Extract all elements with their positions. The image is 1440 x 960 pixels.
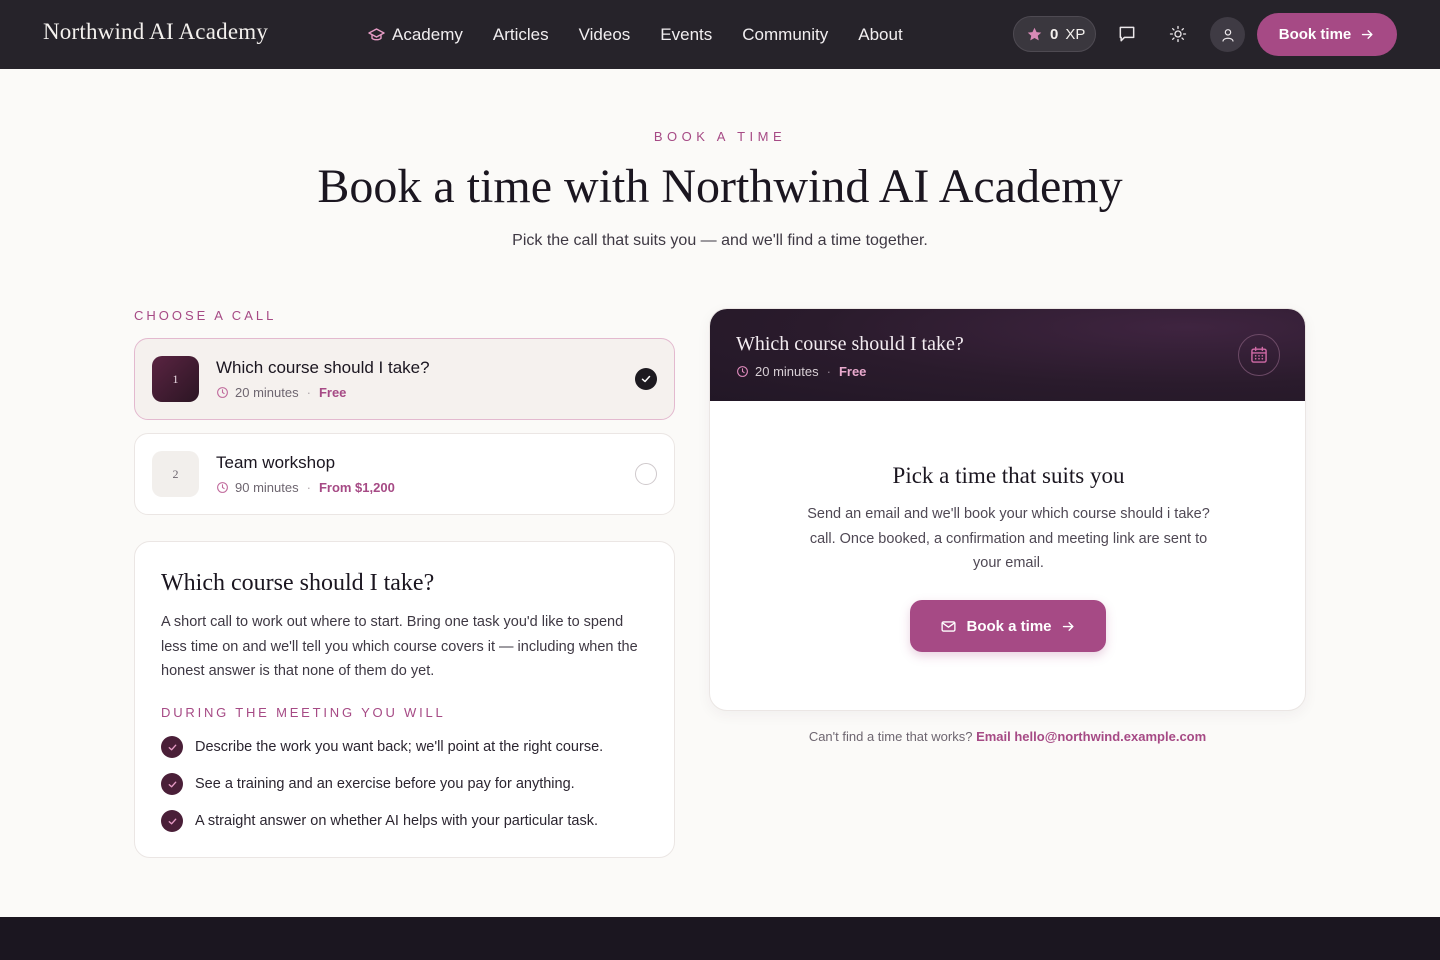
xp-value: 0 — [1050, 25, 1059, 43]
nav-link-community[interactable]: Community — [742, 25, 828, 45]
nav-link-label: Academy — [392, 24, 463, 44]
checkmark-icon — [641, 375, 651, 383]
booking-card: Which course should I take? 20 minutes ·… — [709, 308, 1306, 711]
bullet-text: See a training and an exercise before yo… — [195, 776, 575, 792]
call-option-2[interactable]: 2 Team workshop 90 minutes · From $1,200 — [134, 433, 675, 515]
cant-find-text: Can't find a time that works? — [808, 729, 973, 744]
meeting-bullet: Describe the work you want back; we'll p… — [161, 736, 603, 758]
selected-check-indicator — [635, 368, 657, 390]
booking-duration: 20 minutes — [755, 364, 819, 379]
nav-link-label: Videos — [578, 24, 631, 44]
call-number-tile: 2 — [152, 451, 199, 497]
book-a-time-label: Book a time — [966, 617, 1052, 635]
nav-links: Academy Articles Videos Events Community… — [368, 0, 903, 69]
cant-find-note: Can't find a time that works? Email hell… — [709, 729, 1306, 744]
nav-link-events[interactable]: Events — [660, 25, 712, 45]
clock-icon — [737, 366, 748, 377]
messages-button[interactable] — [1111, 18, 1143, 50]
calendar-badge — [1238, 334, 1280, 376]
brand-logo[interactable]: Northwind AI Academy — [43, 19, 268, 45]
booking-header-title: Which course should I take? — [736, 333, 964, 355]
check-bullet-icon — [161, 773, 183, 795]
book-a-time-button[interactable]: Book a time — [910, 600, 1106, 652]
pick-time-description: Send an email and we'll book your which … — [807, 506, 1210, 571]
booking-price: Free — [838, 364, 867, 379]
call-option-1[interactable]: 1 Which course should I take? 20 minutes… — [134, 338, 675, 420]
nav-link-academy[interactable]: Academy — [368, 25, 463, 45]
nav-link-label: About — [858, 24, 903, 44]
arrow-right-icon — [1062, 621, 1074, 631]
call-title: Team workshop — [216, 453, 336, 472]
arrow-right-icon — [1362, 30, 1373, 39]
nav-link-label: Articles — [492, 24, 549, 44]
call-meta: 90 minutes · From $1,200 — [216, 480, 395, 495]
user-avatar-button[interactable] — [1210, 17, 1245, 52]
page-title: Book a time with Northwind AI Academy — [317, 160, 1123, 213]
xp-badge[interactable]: 0 XP — [1013, 16, 1096, 52]
detail-title: Which course should I take? — [161, 570, 435, 596]
booking-card-header: Which course should I take? 20 minutes ·… — [710, 309, 1305, 401]
pick-time-title: Pick a time that suits you — [892, 463, 1125, 488]
xp-unit: XP — [1065, 25, 1086, 43]
hero-subtitle: Pick the call that suits you — and we'll… — [512, 232, 928, 249]
nav-link-about[interactable]: About — [858, 25, 902, 45]
call-number-tile: 1 — [152, 356, 199, 402]
nav-link-articles[interactable]: Articles — [493, 25, 549, 45]
clock-icon — [217, 387, 228, 398]
meta-separator: · — [826, 364, 831, 379]
call-duration: 20 minutes — [235, 385, 299, 400]
check-bullet-icon — [161, 810, 183, 832]
star-icon — [1027, 27, 1042, 40]
booking-header-meta: 20 minutes · Free — [736, 364, 866, 379]
call-detail-card: Which course should I take? A short call… — [134, 541, 675, 858]
mail-icon — [941, 620, 957, 632]
nav-book-time-button[interactable]: Book time — [1257, 13, 1397, 56]
call-title: Which course should I take? — [216, 358, 430, 377]
meta-separator: · — [306, 480, 311, 495]
nav-link-label: Community — [742, 24, 829, 44]
meta-separator: · — [306, 385, 311, 400]
detail-description: A short call to work out where to start.… — [161, 614, 638, 679]
top-nav: Northwind AI Academy Academy Articles Vi… — [0, 0, 1440, 69]
nav-link-videos[interactable]: Videos — [579, 25, 631, 45]
graduation-cap-icon — [368, 27, 385, 40]
hero-eyebrow: BOOK A TIME — [653, 129, 787, 144]
bullet-text: Describe the work you want back; we'll p… — [195, 739, 604, 755]
user-icon — [1221, 28, 1234, 42]
calendar-icon — [1251, 346, 1267, 363]
during-meeting-label: DURING THE MEETING YOU WILL — [161, 705, 446, 720]
call-duration: 90 minutes — [235, 480, 299, 495]
email-link[interactable]: Email hello@northwind.example.com — [976, 729, 1206, 744]
sun-icon — [1169, 25, 1187, 43]
unselected-radio-indicator — [635, 463, 657, 485]
page-footer — [0, 917, 1440, 960]
clock-icon — [217, 482, 228, 493]
choose-call-label: CHOOSE A CALL — [134, 308, 277, 323]
meeting-bullet: See a training and an exercise before yo… — [161, 773, 575, 795]
chat-bubble-icon — [1119, 26, 1135, 42]
call-meta: 20 minutes · Free — [216, 385, 346, 400]
theme-toggle-button[interactable] — [1162, 18, 1194, 50]
call-price: From $1,200 — [318, 480, 395, 495]
nav-book-time-label: Book time — [1278, 26, 1352, 43]
bullet-text: A straight answer on whether AI helps wi… — [195, 813, 598, 829]
nav-link-label: Events — [660, 24, 713, 44]
meeting-bullet: A straight answer on whether AI helps wi… — [161, 810, 598, 832]
check-bullet-icon — [161, 736, 183, 758]
call-price: Free — [318, 385, 347, 400]
